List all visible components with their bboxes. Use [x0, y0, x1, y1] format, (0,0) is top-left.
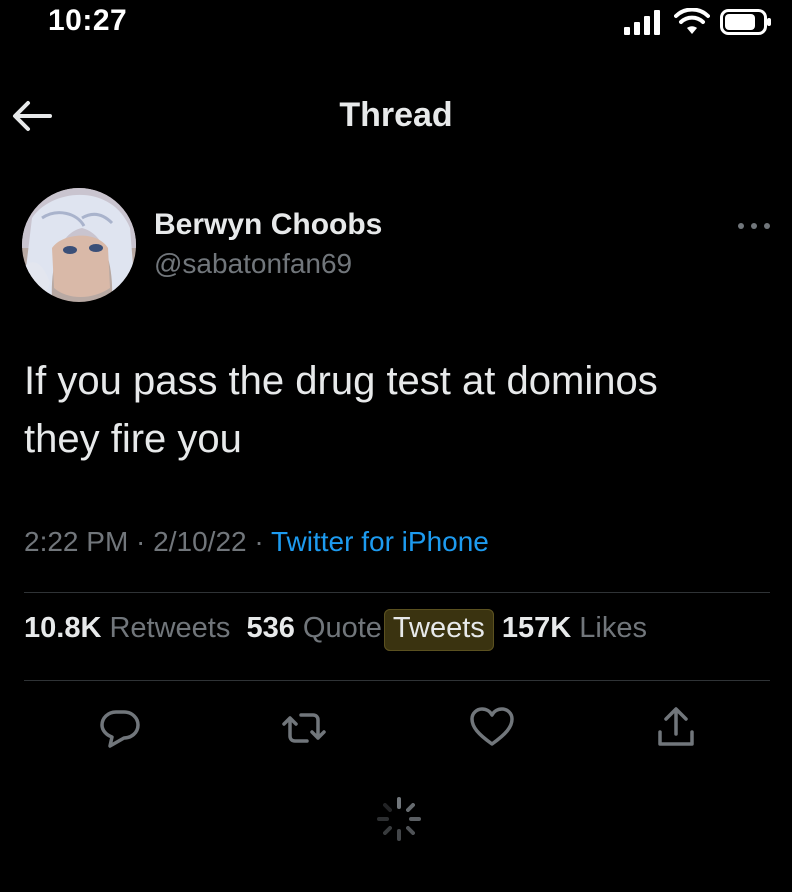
like-icon[interactable]	[468, 704, 516, 752]
quotes-label: Quote	[302, 612, 382, 644]
reply-icon[interactable]	[96, 704, 144, 752]
more-options-icon[interactable]	[736, 218, 772, 234]
likes-count: 157K	[501, 612, 572, 644]
author-handle[interactable]: @sabatonfan69	[154, 248, 352, 280]
retweets-label: Retweets	[109, 612, 231, 644]
wifi-icon	[674, 8, 710, 34]
tweet-time[interactable]: 2:22 PM	[24, 526, 128, 557]
likes-label: Likes	[579, 612, 647, 644]
loading-spinner-icon	[377, 797, 421, 841]
share-icon[interactable]	[652, 704, 700, 752]
quote-tweets-stat[interactable]: 536 Quote Tweets	[246, 609, 494, 651]
tweet-date[interactable]: 2/10/22	[153, 526, 246, 557]
tweet-action-bar	[0, 704, 792, 754]
retweet-icon[interactable]	[280, 704, 328, 752]
tweet-source-link[interactable]: Twitter for iPhone	[271, 526, 489, 557]
tweet-text-line: they fire you	[24, 417, 242, 461]
tweet-header: Berwyn Choobs @sabatonfan69	[22, 188, 772, 308]
highlighted-text: Tweets	[383, 609, 494, 651]
nav-bar: Thread	[0, 80, 792, 150]
retweets-count: 10.8K	[24, 612, 102, 644]
tweet-text: If you pass the drug test at dominos the…	[24, 352, 774, 468]
cellular-signal-icon	[624, 10, 660, 35]
likes-stat[interactable]: 157K Likes	[502, 612, 647, 644]
battery-icon	[720, 9, 771, 35]
divider	[24, 680, 770, 681]
meta-separator: ·	[246, 526, 271, 557]
page-title: Thread	[339, 96, 453, 134]
tweet-stats: 10.8K Retweets 536 Quote Tweets 157K Like…	[24, 609, 784, 651]
tweet-meta: 2:22 PM · 2/10/22 · Twitter for iPhone	[24, 526, 774, 558]
meta-separator: ·	[128, 526, 154, 557]
status-icons	[624, 8, 772, 36]
tweet-text-line: If you pass the drug test at dominos	[24, 359, 658, 403]
status-bar: 10:27	[0, 0, 792, 50]
avatar[interactable]	[22, 188, 136, 302]
retweets-stat[interactable]: 10.8K Retweets	[24, 612, 230, 644]
divider	[24, 592, 770, 593]
status-time: 10:27	[48, 4, 128, 37]
author-name[interactable]: Berwyn Choobs	[154, 208, 382, 242]
quotes-count: 536	[246, 612, 295, 644]
